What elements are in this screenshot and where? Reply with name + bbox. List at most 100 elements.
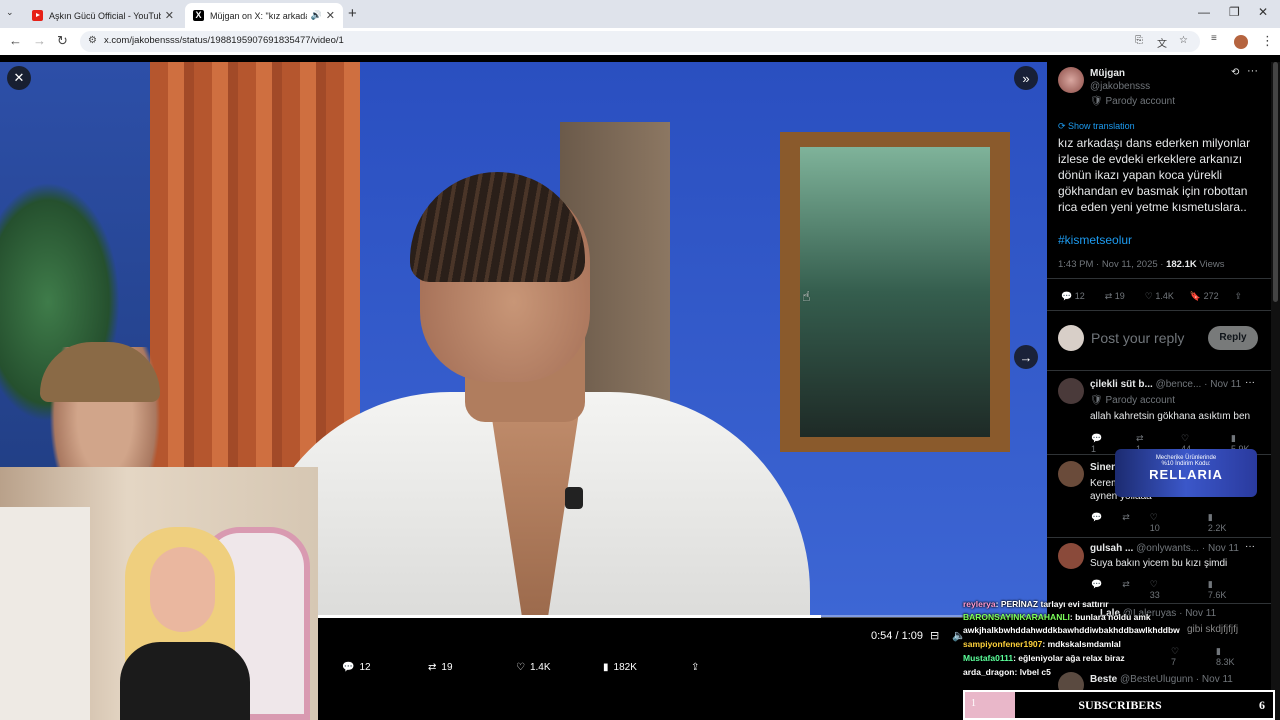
reply-text: Suya bakın yicem bu kızı şimdi [1090,558,1228,569]
post-views-count: 182.1K [1166,259,1197,270]
address-bar[interactable]: ⚙ x.com/jakobensss/status/19881959076918… [80,31,1200,52]
cast-icon[interactable]: ⎘ [1135,35,1143,46]
ad-brand: RELLARIA [1149,467,1223,482]
menu-icon[interactable]: ⋮ [1261,33,1274,49]
reply-stat[interactable]: 💬 12 [1061,291,1085,302]
repost-stat-count: 19 [1114,291,1125,301]
repost-stat[interactable]: ⇄ 19 [1105,291,1125,302]
reload-button[interactable]: ↻ [57,33,68,49]
repost-action[interactable]: ⇄ 19 [428,662,453,673]
profile-avatar[interactable] [1234,35,1248,49]
video-progress-bar[interactable] [318,615,1047,618]
share-icon[interactable]: ⇪ [1235,291,1243,302]
reply-name[interactable]: çilekli süt b... [1090,379,1153,390]
more-options-icon[interactable]: ··· [1245,541,1255,552]
grok-icon[interactable]: ⟲ [1231,67,1239,78]
tab-search-chevron-icon[interactable]: ⌄ [6,7,14,18]
bookmark-stat[interactable]: 🔖 272 [1190,291,1219,302]
subscribers-goal-start: 1 [965,692,1015,718]
author-name[interactable]: Müjgan [1090,68,1125,79]
more-options-icon[interactable]: ··· [1245,377,1255,388]
like-action[interactable]: ♡ 1.4K [516,662,551,673]
hashtag-link[interactable]: #kismetseolur [1058,233,1132,247]
views-chart-icon[interactable]: ▮ 8.3K [1216,646,1255,667]
stream-ad-banner: Mecherike Ürünlerinde %10 İndirim Kodu: … [1115,449,1257,497]
translate-icon[interactable]: 文 [1157,35,1167,50]
restore-button[interactable]: ❐ [1229,5,1240,19]
author-avatar[interactable] [1058,67,1084,93]
mouse-cursor-icon: ☝ [802,288,811,304]
reply-name[interactable]: Sinen [1090,462,1117,473]
chat-message: BARONSAYINKARAHANLI: bunlara noldu amk a… [963,611,1183,637]
reply-stats: 💬 ⇄ ♡ 10 ▮ 2.2K [1091,512,1271,533]
back-button[interactable]: ← [9,33,22,48]
chat-message: Mustafa0111: eğleniyolar ağa relax biraz [963,651,1203,665]
close-tab-icon[interactable]: ✕ [165,9,174,22]
like-stat[interactable]: ♡ 1.4K [1145,291,1174,302]
views-action[interactable]: ▮ 182K [603,662,637,673]
views-chart-icon[interactable]: ▮ 7.6K [1208,579,1251,600]
tab-x-post[interactable]: X Müjgan on X: "kız arkadaşı 🔊 ✕ [185,3,343,28]
reply-stat-count: 12 [1074,291,1085,301]
post-meta: 1:43 PM · Nov 11, 2025 · 182.1K Views [1058,259,1225,270]
comment-icon[interactable]: 💬 [1091,512,1102,533]
close-window-button[interactable]: ✕ [1258,5,1268,19]
minimize-button[interactable]: — [1198,5,1210,19]
new-tab-button[interactable]: + [348,5,357,22]
reply-date: · Nov 11 [1204,379,1242,390]
captions-icon[interactable]: ⊟ [930,629,939,642]
chat-user: Mustafa0111 [963,653,1014,663]
reply-count: 12 [359,662,371,673]
view-count: 182K [613,662,637,673]
author-handle[interactable]: @jakobensss [1090,81,1150,92]
share-action[interactable]: ⇪ [691,662,699,673]
more-options-icon[interactable]: ··· [1247,65,1258,77]
speaker-icon[interactable]: 🔊 [311,10,322,21]
reply-item[interactable]: gulsah ... @onlywants... · Nov 11 ··· Su… [1047,538,1271,603]
url-text[interactable]: x.com/jakobensss/status/1988195907691835… [104,35,344,46]
repost-icon[interactable]: ⇄ [1122,512,1130,533]
reply-avatar[interactable] [1058,378,1084,404]
heart-icon[interactable]: ♡ 10 [1150,512,1188,533]
reply-avatar[interactable] [1058,461,1084,487]
show-translation-link[interactable]: ⟳ Show translation [1058,121,1135,132]
next-media-arrow-icon[interactable]: → [1014,345,1038,369]
comment-icon: 💬 [342,662,355,673]
view-count: 8.3K [1216,657,1235,667]
reply-input[interactable]: Post your reply [1091,330,1184,346]
like-stat-count: 1.4K [1155,291,1174,301]
comment-icon[interactable]: 💬 1 [1091,433,1116,454]
post-views-label: Views [1196,259,1225,270]
forward-button[interactable]: → [33,33,46,48]
view-count: 7.6K [1207,590,1227,600]
reply-item[interactable]: çilekli süt b... @bence... · Nov 11 ··· … [1047,372,1271,454]
parody-label: Parody account [1105,395,1175,406]
repost-icon: ⇄ [428,662,437,673]
x-icon: X [193,10,204,21]
post-stats-bar: 💬 12 ⇄ 19 ♡ 1.4K 🔖 272 ⇪ [1061,291,1261,302]
views-chart-icon[interactable]: ▮ 2.2K [1208,512,1251,533]
close-media-button[interactable]: ✕ [7,66,31,90]
view-count: 2.2K [1207,523,1227,533]
chat-text: : PERİNAZ tarlayı evi sattırır [995,599,1109,609]
navigation-bar: ← → ↻ ⚙ x.com/jakobensss/status/19881959… [0,28,1280,55]
repost-count: 19 [441,662,453,673]
bookmark-stat-count: 272 [1203,291,1219,301]
media-control-icon[interactable]: ≡ [1211,33,1217,44]
close-tab-icon[interactable]: ✕ [326,9,335,22]
reply-action[interactable]: 💬 12 [342,662,371,673]
share-icon: ⇪ [691,662,700,673]
expand-panel-icon[interactable]: » [1014,66,1038,90]
bookmark-star-icon[interactable]: ☆ [1179,35,1188,46]
reply-avatar[interactable] [1058,543,1084,569]
webcam-overlay [0,467,318,720]
tab-youtube[interactable]: Aşkın Gücü Official - YouTube ✕ [24,3,182,28]
reply-name[interactable]: gulsah ... [1090,543,1133,554]
chat-text: : mdkskalsmdamlal [1042,639,1121,649]
reply-button[interactable]: Reply [1208,326,1258,350]
sidebar-scrollbar[interactable] [1271,62,1280,720]
reply-handle: @onlywants... [1136,543,1200,554]
my-avatar [1058,325,1084,351]
parody-label: Parody account [1105,96,1175,107]
site-info-icon[interactable]: ⚙ [88,35,97,46]
